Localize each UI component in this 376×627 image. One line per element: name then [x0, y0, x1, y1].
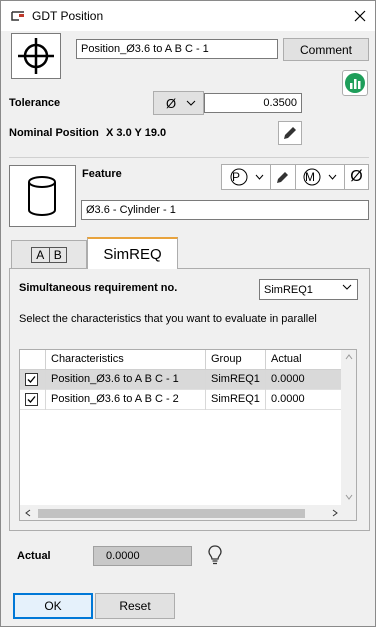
chevron-down-icon — [328, 174, 337, 180]
chevron-down-icon — [342, 284, 352, 290]
instruction-text: Select the characteristics that you want… — [19, 313, 317, 325]
actual-label: Actual — [17, 550, 51, 562]
scroll-thumb[interactable] — [38, 509, 305, 518]
lightbulb-icon[interactable] — [207, 544, 223, 566]
material-modifier-dropdown[interactable]: M — [295, 165, 343, 189]
row-characteristic: Position_Ø3.6 to A B C - 2 — [46, 390, 206, 410]
feature-modifiers: P M Ø — [221, 164, 369, 190]
nominal-position-label: Nominal Position — [9, 127, 99, 139]
row-characteristic: Position_Ø3.6 to A B C - 1 — [46, 370, 206, 390]
simreq-label: Simultaneous requirement no. — [19, 282, 178, 294]
chevron-down-icon — [255, 174, 263, 180]
nominal-position-value: X 3.0 Y 19.0 — [106, 127, 167, 139]
position-symbol-icon[interactable] — [11, 33, 61, 79]
window-title: GDT Position — [32, 9, 104, 23]
cylinder-icon[interactable] — [9, 165, 76, 227]
tab-simreq[interactable]: SimREQ — [87, 237, 178, 269]
close-icon[interactable] — [351, 7, 369, 25]
checkbox-column-header — [20, 350, 46, 370]
ok-button[interactable]: OK — [13, 593, 93, 619]
simreq-selected-value: SimREQ1 — [264, 284, 313, 296]
tab-datum[interactable]: A B — [11, 240, 87, 268]
actual-value: 0.0000 — [93, 546, 192, 566]
chevron-down-icon — [186, 100, 196, 106]
diameter-symbol: Ø — [166, 96, 177, 111]
modifier-pencil-icon[interactable] — [270, 165, 294, 189]
characteristic-name-input[interactable]: Position_Ø3.6 to A B C - 1 — [76, 39, 278, 59]
datum-a-label: A — [32, 248, 50, 262]
column-header-group[interactable]: Group — [206, 350, 266, 370]
feature-label: Feature — [82, 168, 122, 180]
table-row[interactable]: Position_Ø3.6 to A B C - 2 SimREQ1 0.000… — [20, 390, 341, 410]
row-checkbox[interactable] — [25, 393, 38, 406]
row-actual: 0.0000 — [271, 393, 305, 405]
datum-b-label: B — [53, 248, 62, 262]
feature-input[interactable]: Ø3.6 - Cylinder - 1 — [81, 200, 369, 220]
checkmark-icon — [27, 396, 36, 403]
projected-modifier-dropdown[interactable]: P — [222, 165, 270, 189]
scroll-up-icon[interactable] — [345, 354, 353, 360]
characteristics-table: Characteristics Group Actual Position_Ø3… — [19, 349, 357, 521]
scroll-left-icon[interactable] — [25, 509, 31, 517]
horizontal-scrollbar[interactable] — [20, 505, 356, 520]
tolerance-symbol-dropdown[interactable]: Ø — [153, 91, 204, 115]
app-icon — [11, 11, 24, 21]
divider — [9, 157, 369, 158]
scroll-right-icon[interactable] — [332, 509, 338, 517]
tolerance-input[interactable]: 0.3500 — [204, 93, 302, 113]
column-header-characteristics[interactable]: Characteristics — [46, 350, 206, 370]
gdt-position-dialog: GDT Position Position_Ø3.6 to A B C - 1 … — [0, 0, 376, 627]
edit-pencil-icon[interactable] — [278, 121, 302, 145]
vertical-scrollbar[interactable] — [341, 350, 356, 505]
title-bar: GDT Position — [1, 1, 375, 31]
checkmark-icon — [27, 376, 36, 383]
column-header-actual[interactable]: Actual — [266, 350, 341, 370]
row-group: SimREQ1 — [206, 390, 266, 410]
table-row[interactable]: Position_Ø3.6 to A B C - 1 SimREQ1 0.000… — [20, 370, 341, 390]
row-checkbox[interactable] — [25, 373, 38, 386]
scroll-down-icon[interactable] — [345, 494, 353, 500]
row-group: SimREQ1 — [206, 370, 266, 390]
comment-button[interactable]: Comment — [283, 38, 369, 61]
diameter-toggle-button[interactable]: Ø — [344, 165, 368, 189]
row-actual: 0.0000 — [271, 373, 305, 385]
tolerance-label: Tolerance — [9, 97, 61, 109]
simreq-select[interactable]: SimREQ1 — [259, 279, 358, 300]
bar-chart-icon[interactable] — [342, 70, 368, 96]
reset-button[interactable]: Reset — [95, 593, 175, 619]
